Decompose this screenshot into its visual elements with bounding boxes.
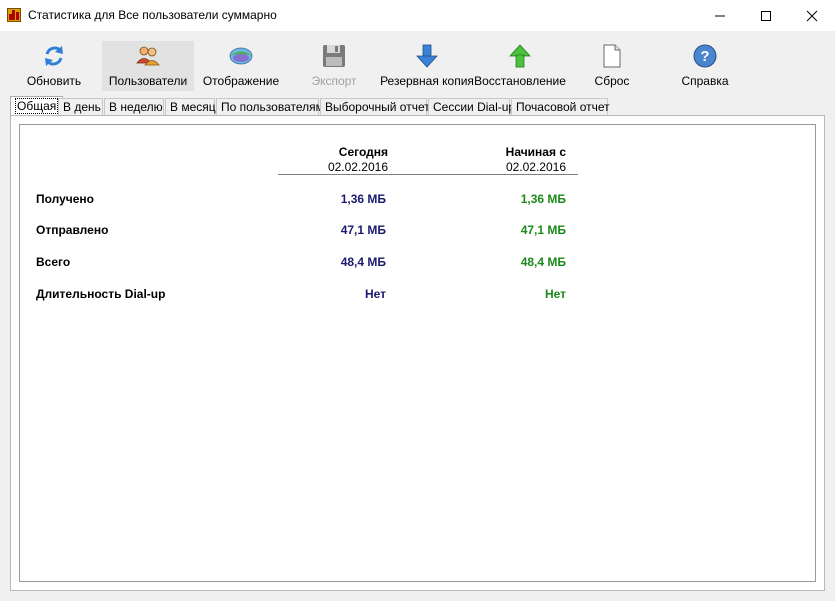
minimize-icon — [715, 15, 725, 16]
row-label-dialup-duration: Длительность Dial-up — [36, 287, 166, 301]
tab-hourly-report[interactable]: Почасовой отчет — [511, 98, 610, 116]
svg-text:?: ? — [700, 48, 709, 65]
tab-custom-report[interactable]: Выборочный отчет — [320, 98, 430, 116]
tab-by-users[interactable]: По пользователям — [216, 98, 324, 116]
floppy-disk-icon — [323, 45, 345, 67]
users-label: Пользователи — [108, 74, 188, 88]
since-column-date: 02.02.2016 — [505, 160, 566, 174]
refresh-icon — [45, 46, 63, 66]
maximize-button[interactable] — [743, 0, 789, 31]
dialup-today-value: Нет — [364, 287, 386, 301]
tab-strip: Общая В день В неделю В месяц По пользов… — [10, 96, 830, 116]
reset-label: Сброс — [594, 74, 630, 88]
header-divider — [278, 174, 578, 175]
close-button[interactable] — [789, 0, 835, 31]
tab-monthly[interactable]: В месяц — [165, 98, 216, 116]
toolbar: Обновить Пользователи Отображение Экспор… — [0, 31, 835, 95]
total-since-value: 48,4 МБ — [520, 255, 566, 269]
users-button[interactable]: Пользователи — [102, 41, 194, 91]
tab-general[interactable]: Общая — [10, 96, 64, 116]
minimize-button[interactable] — [697, 0, 743, 31]
today-column-title: Сегодня — [338, 145, 388, 159]
arrow-up-icon — [509, 44, 531, 68]
dialup-since-value: Нет — [544, 287, 566, 301]
help-icon: ? — [693, 44, 717, 68]
reset-button[interactable]: Сброс — [590, 41, 634, 91]
arrow-down-icon — [416, 44, 438, 68]
row-label-received: Получено — [36, 192, 95, 206]
export-label: Экспорт — [311, 74, 357, 88]
restore-label: Восстановление — [474, 74, 566, 88]
app-icon — [7, 8, 21, 22]
summary-table: Сегодня 02.02.2016 Начиная с 02.02.2016 … — [19, 124, 816, 582]
total-today-value: 48,4 МБ — [340, 255, 386, 269]
display-icon — [229, 47, 253, 65]
help-label: Справка — [681, 74, 729, 88]
sent-today-value: 47,1 МБ — [340, 223, 386, 237]
blank-document-icon — [603, 44, 621, 68]
received-today-value: 1,36 МБ — [340, 192, 386, 206]
restore-button[interactable]: Восстановление — [474, 41, 566, 91]
tab-dialup-sessions[interactable]: Сессии Dial-up — [428, 98, 515, 116]
backup-label: Резервная копия — [380, 74, 474, 88]
row-label-sent: Отправлено — [36, 223, 109, 237]
since-column-title: Начиная с — [505, 145, 566, 159]
row-label-total: Всего — [36, 255, 71, 269]
export-button[interactable]: Экспорт — [306, 41, 362, 91]
tab-content-panel: Сегодня 02.02.2016 Начиная с 02.02.2016 … — [10, 115, 825, 591]
close-icon — [806, 10, 818, 21]
display-button[interactable]: Отображение — [202, 41, 280, 91]
title-bar: Статистика для Все пользователи суммарно — [0, 0, 835, 31]
tab-general-label: Общая — [15, 98, 59, 114]
display-label: Отображение — [202, 74, 280, 88]
help-button[interactable]: ? Справка — [678, 41, 732, 91]
backup-button[interactable]: Резервная копия — [380, 41, 474, 91]
users-icon — [136, 46, 160, 66]
tab-weekly[interactable]: В неделю — [104, 98, 164, 116]
tab-daily[interactable]: В день — [58, 98, 103, 116]
maximize-icon — [761, 10, 771, 21]
refresh-button[interactable]: Обновить — [24, 41, 84, 91]
today-column-date: 02.02.2016 — [327, 160, 388, 174]
received-since-value: 1,36 МБ — [520, 192, 566, 206]
sent-since-value: 47,1 МБ — [520, 223, 566, 237]
refresh-label: Обновить — [26, 74, 82, 88]
window-title: Статистика для Все пользователи суммарно — [28, 8, 277, 22]
